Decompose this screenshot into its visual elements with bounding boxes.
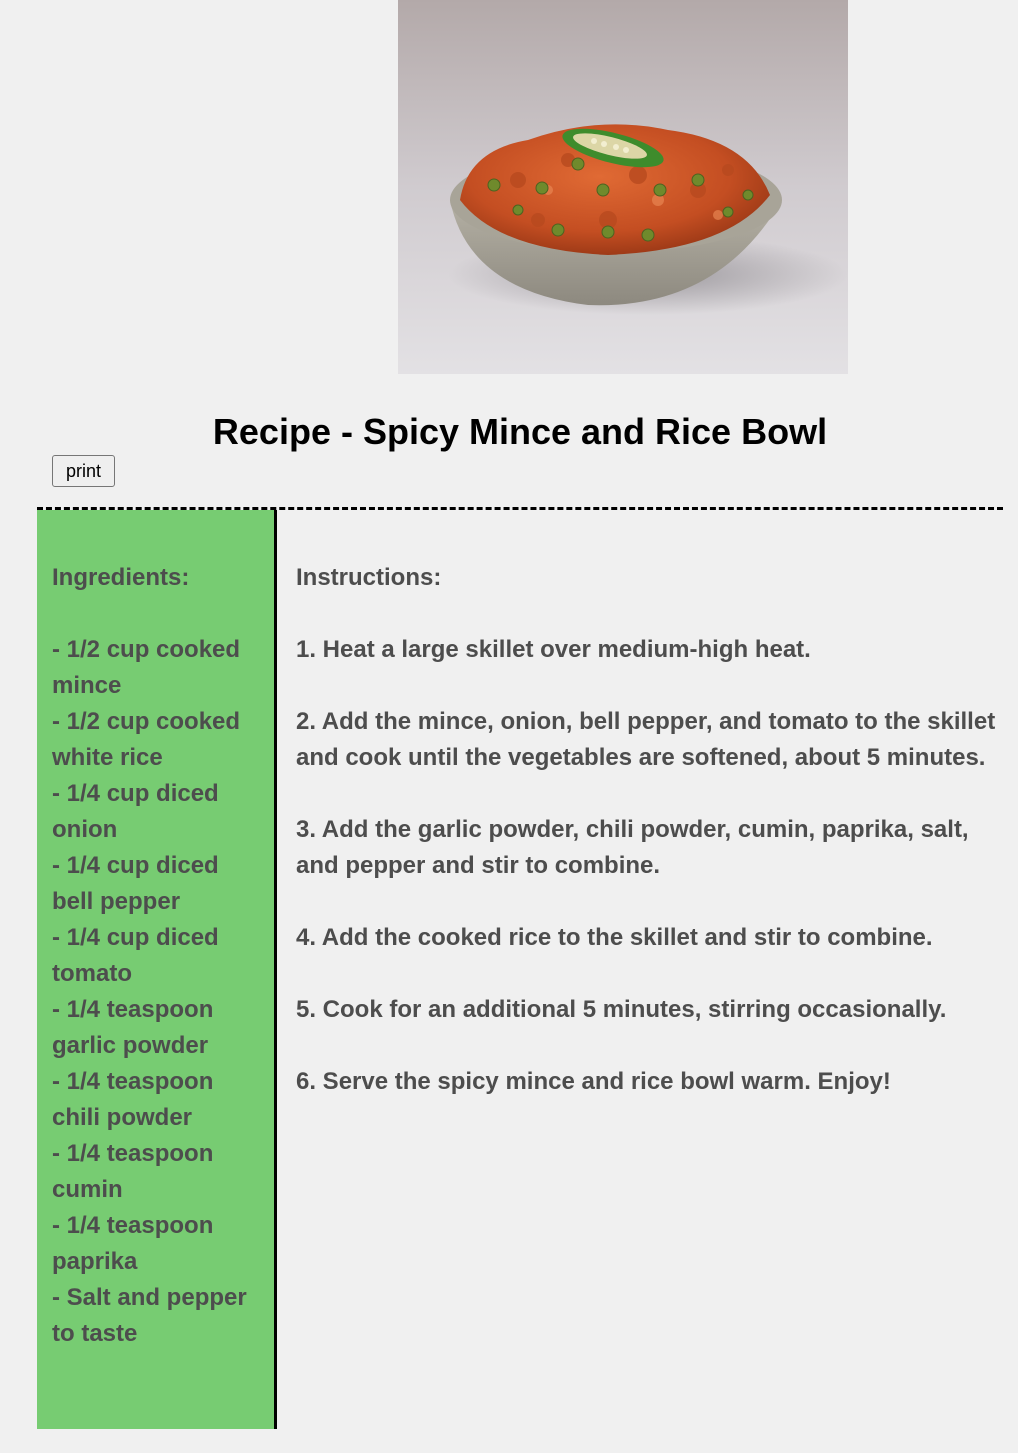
print-button[interactable]: print <box>52 455 115 487</box>
ingredient-item: - 1/2 cup cooked white rice <box>52 708 241 771</box>
ingredient-item: - 1/4 cup diced onion <box>52 780 219 843</box>
recipe-page: Recipe - Spicy Mince and Rice Bowl print… <box>0 0 1018 1453</box>
ingredient-item: - 1/4 cup diced bell pepper <box>52 852 219 915</box>
instructions-panel: Instructions: 1. Heat a large skillet ov… <box>296 510 996 1136</box>
ingredient-item: - Salt and pepper to taste <box>52 1284 247 1347</box>
instruction-step: 3. Add the garlic powder, chili powder, … <box>296 816 969 879</box>
instruction-step: 1. Heat a large skillet over medium-high… <box>296 636 811 663</box>
instructions-list: 1. Heat a large skillet over medium-high… <box>296 632 996 1100</box>
ingredient-item: - 1/4 teaspoon chili powder <box>52 1068 214 1131</box>
page-title: Recipe - Spicy Mince and Rice Bowl <box>212 411 828 452</box>
recipe-content: Ingredients: - 1/2 cup cooked mince - 1/… <box>37 507 1003 1429</box>
ingredient-item: - 1/2 cup cooked mince <box>52 636 241 699</box>
instruction-step: 2. Add the mince, onion, bell pepper, an… <box>296 708 996 771</box>
ingredient-item: - 1/4 cup diced tomato <box>52 924 219 987</box>
ingredients-heading: Ingredients: <box>52 564 190 591</box>
ingredient-item: - 1/4 teaspoon cumin <box>52 1140 214 1203</box>
ingredients-list: - 1/2 cup cooked mince - 1/2 cup cooked … <box>52 632 260 1352</box>
instruction-step: 5. Cook for an additional 5 minutes, sti… <box>296 996 947 1023</box>
recipe-photo <box>398 0 848 374</box>
ingredient-item: - 1/4 teaspoon garlic powder <box>52 996 214 1059</box>
instructions-heading: Instructions: <box>296 564 442 591</box>
ingredients-panel: Ingredients: - 1/2 cup cooked mince - 1/… <box>37 510 277 1429</box>
ingredient-item: - 1/4 teaspoon paprika <box>52 1212 214 1275</box>
instruction-step: 4. Add the cooked rice to the skillet an… <box>296 924 933 951</box>
instruction-step: 6. Serve the spicy mince and rice bowl w… <box>296 1068 891 1095</box>
